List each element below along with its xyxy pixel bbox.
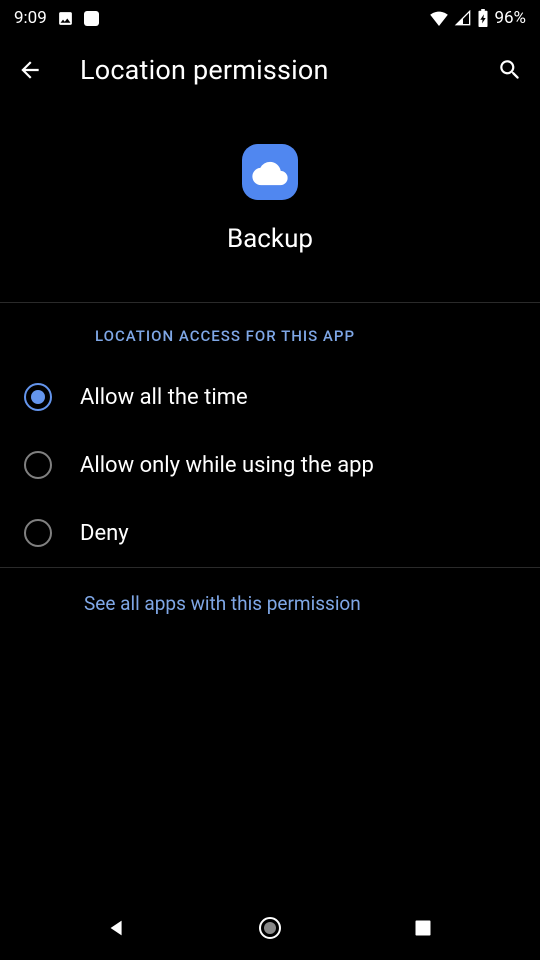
status-battery: 96%	[494, 8, 526, 28]
nav-recent-button[interactable]	[407, 912, 439, 944]
section-header: LOCATION ACCESS FOR THIS APP	[0, 303, 540, 363]
radio-label: Allow all the time	[80, 385, 248, 410]
status-time: 9:09	[14, 8, 47, 28]
cloud-icon	[252, 158, 288, 186]
see-all-apps-link[interactable]: See all apps with this permission	[84, 592, 361, 615]
search-button[interactable]	[496, 56, 524, 84]
square-recent-icon	[413, 918, 433, 938]
signal-icon	[454, 10, 472, 26]
app-bar: Location permission	[0, 36, 540, 104]
back-button[interactable]	[16, 56, 44, 84]
nav-back-button[interactable]	[101, 912, 133, 944]
app-indicator-icon	[84, 11, 99, 26]
radio-label: Deny	[80, 521, 129, 546]
battery-icon	[477, 9, 489, 27]
radio-option-allow-all[interactable]: Allow all the time	[0, 363, 540, 431]
radio-option-deny[interactable]: Deny	[0, 499, 540, 567]
app-info-section: Backup	[0, 104, 540, 302]
back-arrow-icon	[17, 57, 43, 83]
nav-home-button[interactable]	[254, 912, 286, 944]
triangle-back-icon	[106, 917, 128, 939]
app-icon	[242, 144, 298, 200]
wifi-icon	[429, 10, 449, 26]
page-title: Location permission	[80, 54, 460, 86]
app-name: Backup	[227, 224, 313, 254]
radio-button	[24, 383, 52, 411]
search-icon	[497, 57, 523, 83]
circle-home-icon	[258, 916, 282, 940]
status-bar: 9:09 96%	[0, 0, 540, 36]
link-section: See all apps with this permission	[0, 568, 540, 639]
radio-button	[24, 451, 52, 479]
radio-button	[24, 519, 52, 547]
navigation-bar	[0, 896, 540, 960]
radio-option-allow-while-using[interactable]: Allow only while using the app	[0, 431, 540, 499]
photo-icon	[57, 10, 74, 27]
radio-label: Allow only while using the app	[80, 453, 374, 478]
